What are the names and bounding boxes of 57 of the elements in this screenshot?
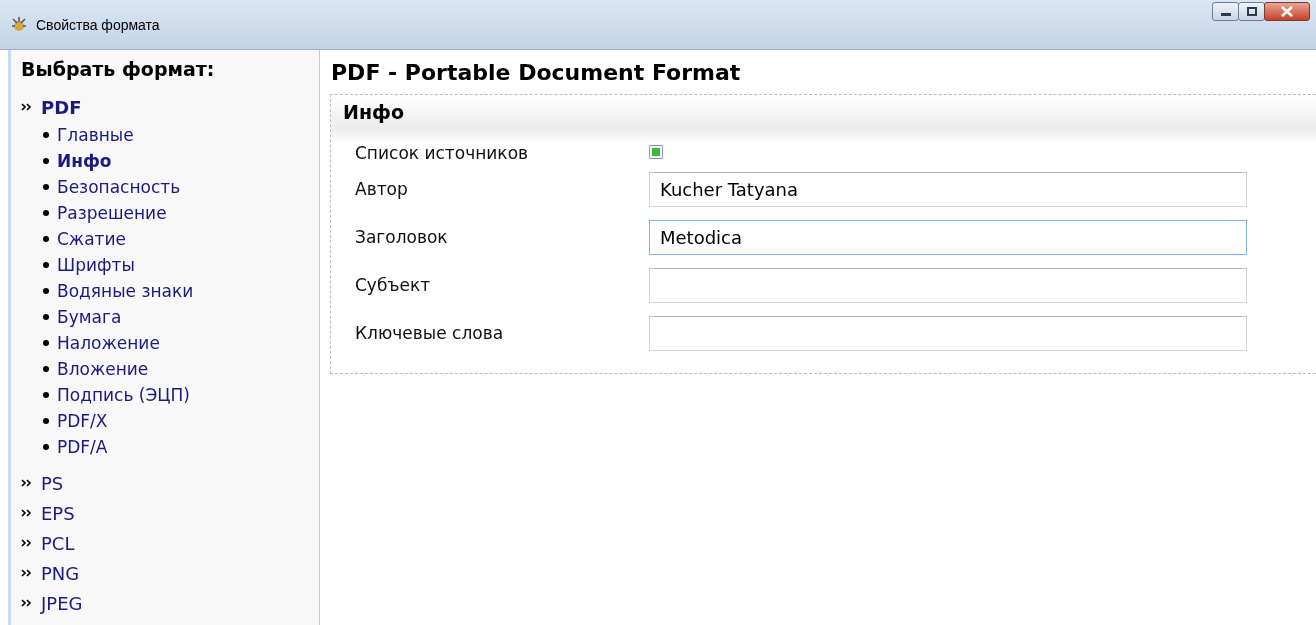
- app-icon: [10, 16, 28, 34]
- text-field[interactable]: Metodica: [649, 220, 1247, 255]
- section-item[interactable]: Безопасность: [57, 174, 181, 200]
- field-label: Список источников: [355, 143, 530, 163]
- bullet-icon: [43, 392, 49, 398]
- section-item[interactable]: Подпись (ЭЦП): [57, 382, 190, 408]
- section-item[interactable]: Бумага: [57, 304, 122, 330]
- chevron-icon: [21, 102, 33, 112]
- chevron-icon: [21, 538, 33, 548]
- bullet-icon: [43, 288, 49, 294]
- text-field[interactable]: Kucher Tatyana: [649, 172, 1247, 207]
- chevron-icon: [21, 598, 33, 608]
- format-item[interactable]: PDF: [41, 96, 82, 118]
- bullet-icon: [43, 184, 49, 190]
- checkbox[interactable]: [649, 145, 663, 159]
- section-item[interactable]: PDF/X: [57, 408, 108, 434]
- section-item[interactable]: Водяные знаки: [57, 278, 194, 304]
- sidebar-title: Выбрать формат:: [21, 58, 216, 80]
- section-item[interactable]: Шрифты: [57, 252, 135, 278]
- format-item[interactable]: JPEG: [41, 592, 83, 614]
- section-item[interactable]: Инфо: [57, 148, 112, 174]
- field-label: Автор: [355, 178, 409, 199]
- field-label: Заголовок: [355, 226, 449, 247]
- chevron-icon: [21, 568, 33, 578]
- text-field[interactable]: [649, 268, 1247, 303]
- bullet-icon: [43, 132, 49, 138]
- bullet-icon: [43, 158, 49, 164]
- format-item[interactable]: PNG: [41, 562, 80, 584]
- chevron-icon: [21, 508, 33, 518]
- format-item[interactable]: PCL: [41, 532, 75, 554]
- field-label: Субъект: [355, 274, 432, 295]
- section-item[interactable]: Наложение: [57, 330, 160, 356]
- field-label: Ключевые слова: [355, 322, 505, 343]
- maximize-button[interactable]: [1238, 2, 1265, 21]
- format-item[interactable]: EPS: [41, 502, 75, 524]
- bullet-icon: [43, 366, 49, 372]
- maximize-icon: [1246, 7, 1257, 16]
- minimize-button[interactable]: [1212, 2, 1239, 21]
- close-icon: [1281, 6, 1293, 17]
- close-button[interactable]: [1264, 2, 1310, 21]
- bullet-icon: [43, 444, 49, 450]
- bullet-icon: [43, 314, 49, 320]
- format-title: PDF - Portable Document Format: [331, 60, 742, 85]
- bullet-icon: [43, 262, 49, 268]
- section-item[interactable]: Разрешение: [57, 200, 167, 226]
- text-field[interactable]: [649, 316, 1247, 351]
- section-item[interactable]: Главные: [57, 122, 134, 148]
- bullet-icon: [43, 340, 49, 346]
- section-item[interactable]: PDF/A: [57, 434, 108, 460]
- window-title: Свойства формата: [36, 17, 160, 33]
- bullet-icon: [43, 236, 49, 242]
- bullet-icon: [43, 210, 49, 216]
- chevron-icon: [21, 478, 33, 488]
- section-item[interactable]: Вложение: [57, 356, 149, 382]
- bullet-icon: [43, 418, 49, 424]
- section-item[interactable]: Сжатие: [57, 226, 126, 252]
- format-item[interactable]: PS: [41, 472, 64, 494]
